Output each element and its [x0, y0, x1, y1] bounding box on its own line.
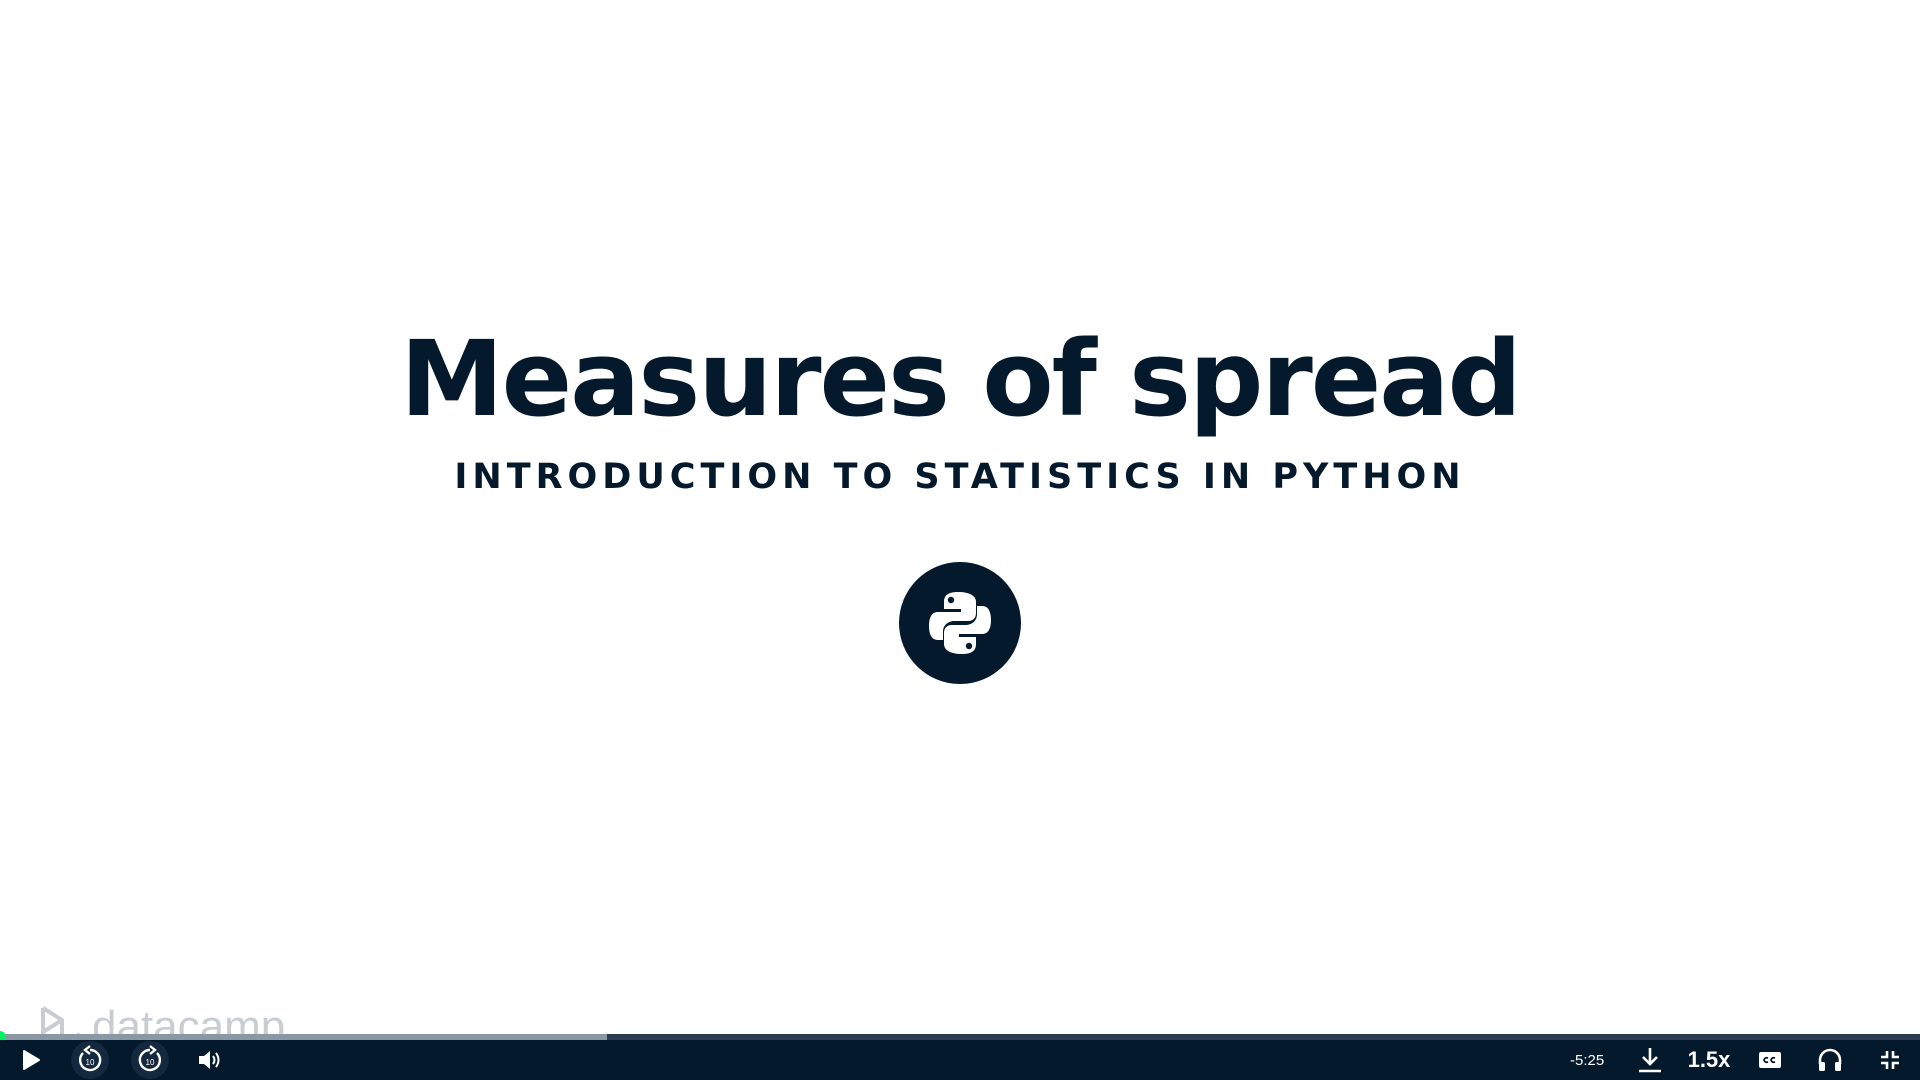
slide-subtitle: INTRODUCTION TO STATISTICS IN PYTHON: [454, 457, 1466, 497]
cc-icon: [1759, 1052, 1781, 1068]
captions-button[interactable]: [1756, 1040, 1784, 1080]
rewind-10-button[interactable]: 10: [71, 1041, 109, 1079]
download-button[interactable]: [1636, 1040, 1664, 1080]
exit-fullscreen-button[interactable]: [1876, 1040, 1904, 1080]
exit-fullscreen-icon: [1881, 1051, 1899, 1069]
slide-canvas: Measures of spread INTRODUCTION TO STATI…: [0, 0, 1920, 1034]
volume-icon: [199, 1051, 220, 1069]
forward-10-icon: 10: [138, 1045, 162, 1072]
play-button[interactable]: [12, 1040, 50, 1080]
headphones-icon: [1818, 1048, 1842, 1071]
player-control-bar: 10 10 -5:25 1.5x: [0, 1040, 1920, 1080]
slide-title: Measures of spread: [400, 318, 1522, 440]
svg-text:10: 10: [86, 1058, 95, 1067]
python-logo-icon: [929, 592, 991, 654]
playback-speed-button[interactable]: 1.5x: [1686, 1040, 1732, 1080]
download-icon: [1639, 1048, 1661, 1073]
rewind-10-icon: 10: [78, 1045, 102, 1072]
audio-only-button[interactable]: [1815, 1040, 1845, 1080]
play-icon: [23, 1050, 40, 1070]
datacamp-watermark: datacamp: [40, 1002, 285, 1034]
svg-text:10: 10: [146, 1058, 155, 1067]
forward-10-button[interactable]: 10: [131, 1041, 169, 1079]
watermark-text: datacamp: [92, 1002, 286, 1034]
volume-button[interactable]: [194, 1040, 226, 1080]
datacamp-logo-icon: [41, 1006, 80, 1034]
time-remaining: -5:25: [1570, 1051, 1605, 1069]
python-logo-badge: [899, 562, 1021, 684]
